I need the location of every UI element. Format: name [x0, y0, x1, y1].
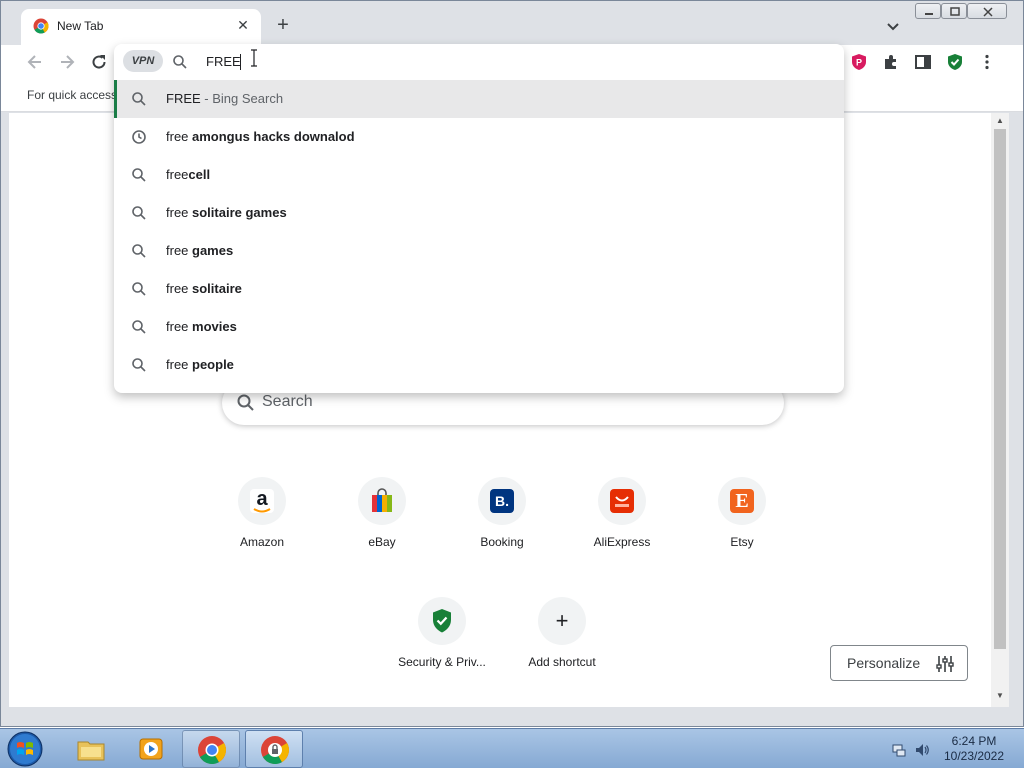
search-icon	[132, 168, 146, 182]
reload-icon[interactable]	[89, 52, 109, 72]
tab-title: New Tab	[57, 19, 104, 33]
selected-indicator	[114, 80, 117, 118]
shortcut-label: Add shortcut	[528, 655, 596, 669]
taskbar-browser-active-button[interactable]	[245, 730, 303, 768]
search-icon	[237, 394, 254, 411]
scroll-up-arrow-icon[interactable]: ▲	[995, 116, 1005, 126]
shortcut-label: Amazon	[239, 535, 285, 549]
scroll-thumb[interactable]	[994, 129, 1006, 649]
search-icon	[132, 244, 146, 258]
personalize-button[interactable]: Personalize	[830, 645, 968, 681]
shortcut-label: Etsy	[730, 535, 754, 549]
new-tab-button[interactable]: +	[273, 15, 293, 35]
sliders-icon	[936, 656, 954, 672]
bookmarks-hint: For quick access	[27, 88, 118, 102]
suggestion-item[interactable]: free movies	[114, 308, 844, 346]
shortcut-security-privacy[interactable]: Security & Priv...	[386, 597, 498, 709]
side-panel-icon[interactable]	[914, 53, 932, 71]
scrollbar[interactable]: ▲ ▼	[991, 113, 1009, 707]
suggestion-item[interactable]: free solitaire	[114, 270, 844, 308]
search-icon	[132, 320, 146, 334]
scroll-down-arrow-icon[interactable]: ▼	[995, 691, 1005, 701]
address-bar[interactable]: VPN FREE	[114, 44, 844, 80]
windows-start-orb-icon[interactable]	[5, 730, 45, 768]
browser-lock-icon	[261, 736, 289, 764]
search-icon	[132, 92, 146, 106]
search-icon	[173, 55, 187, 69]
close-tab-icon[interactable]: ✕	[235, 17, 251, 33]
taskbar-media-player-button[interactable]	[122, 730, 180, 768]
personalize-label: Personalize	[847, 655, 921, 671]
close-window-button[interactable]	[967, 3, 1007, 19]
shield-check-icon	[418, 597, 466, 645]
shortcut-label: AliExpress	[593, 535, 651, 549]
clock-time: 6:24 PM	[951, 734, 997, 748]
amazon-icon: a	[238, 477, 286, 525]
suggestion-text: free solitaire	[166, 281, 242, 296]
text-cursor	[240, 54, 241, 70]
shortcut-ebay[interactable]: eBay	[326, 477, 438, 589]
suggestion-text: free movies	[166, 319, 237, 334]
shortcut-label: eBay	[368, 535, 396, 549]
etsy-icon: E	[718, 477, 766, 525]
forward-arrow-icon[interactable]	[57, 52, 77, 72]
taskbar-chrome-button[interactable]	[182, 730, 240, 768]
shortcut-booking[interactable]: B. Booking	[446, 477, 558, 589]
plus-icon: +	[538, 597, 586, 645]
booking-icon: B.	[478, 477, 526, 525]
svg-text:P: P	[856, 58, 862, 68]
folder-icon	[77, 741, 105, 761]
aliexpress-icon	[598, 477, 646, 525]
vpn-chip[interactable]: VPN	[123, 50, 163, 72]
shield-extension-red-icon[interactable]: P	[850, 53, 868, 71]
suggestion-text: free people	[166, 357, 234, 372]
maximize-button[interactable]	[941, 3, 967, 19]
browser-window: New Tab ✕ + P For quick access ▲ ▼ Searc…	[0, 0, 1024, 727]
suggestion-item[interactable]: free people	[114, 346, 844, 384]
clock-date: 10/23/2022	[943, 749, 1005, 763]
chrome-icon	[198, 736, 226, 764]
shortcut-label: Booking	[480, 535, 524, 549]
ibeam-cursor-icon	[251, 49, 257, 67]
shortcut-label: Security & Priv...	[398, 655, 486, 669]
shield-check-extension-icon[interactable]	[946, 53, 964, 71]
system-clock[interactable]: 6:24 PM 10/23/2022	[934, 734, 1014, 764]
tab-strip: New Tab ✕ +	[1, 1, 1023, 45]
suggestion-text: free solitaire games	[166, 205, 287, 220]
shortcut-etsy[interactable]: E Etsy	[686, 477, 798, 589]
tab-new-tab[interactable]: New Tab ✕	[21, 9, 261, 45]
search-icon	[132, 358, 146, 372]
suggestion-text: free games	[166, 243, 234, 258]
search-icon	[132, 282, 146, 296]
omnibox-dropdown: VPN FREE FREE - Bing Search free amongus…	[114, 44, 844, 393]
media-player-icon	[139, 738, 163, 760]
suggestion-item[interactable]: FREE - Bing Search	[114, 80, 844, 118]
add-shortcut-button[interactable]: + Add shortcut	[506, 597, 618, 709]
minimize-button[interactable]	[915, 3, 941, 19]
chrome-favicon-icon	[33, 18, 49, 34]
suggestion-item[interactable]: free solitaire games	[114, 194, 844, 232]
taskbar-explorer-button[interactable]	[62, 730, 120, 768]
suggestion-item[interactable]: free amongus hacks downalod	[114, 118, 844, 156]
puzzle-extensions-icon[interactable]	[882, 53, 900, 71]
kebab-menu-icon[interactable]	[978, 53, 996, 71]
ebay-bag-icon	[358, 477, 406, 525]
chevron-down-icon[interactable]	[885, 18, 901, 34]
shortcut-aliexpress[interactable]: AliExpress	[566, 477, 678, 589]
windows-taskbar: 6:24 PM 10/23/2022	[0, 728, 1024, 768]
shortcut-amazon[interactable]: a Amazon	[206, 477, 318, 589]
suggestion-text: freecell	[166, 167, 211, 182]
address-input[interactable]: FREE	[206, 54, 241, 69]
suggestion-text: FREE - Bing Search	[166, 91, 284, 106]
history-icon	[132, 130, 146, 144]
suggestion-item[interactable]: freecell	[114, 156, 844, 194]
network-icon[interactable]	[891, 742, 907, 758]
page-search-placeholder: Search	[262, 393, 313, 410]
suggestion-item[interactable]: free games	[114, 232, 844, 270]
volume-icon[interactable]	[914, 742, 930, 758]
back-arrow-icon[interactable]	[25, 52, 45, 72]
search-icon	[132, 206, 146, 220]
suggestion-text: free amongus hacks downalod	[166, 129, 355, 144]
